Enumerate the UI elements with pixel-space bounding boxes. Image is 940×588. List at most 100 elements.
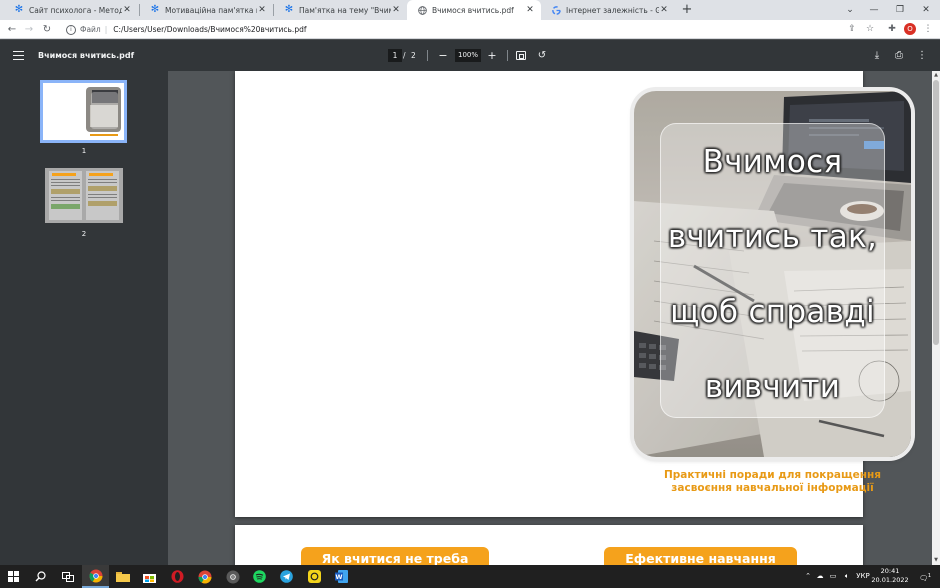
extensions-puzzle-icon[interactable]: ✚ xyxy=(884,22,900,37)
url-divider: | xyxy=(104,25,108,34)
taskbar-file-explorer[interactable] xyxy=(109,565,136,588)
start-button[interactable] xyxy=(0,565,27,588)
opera-icon xyxy=(171,570,184,583)
snowflake-icon: ✻ xyxy=(14,4,24,15)
tab-pdf-active[interactable]: Вчимося вчитись.pdf ✕ xyxy=(407,0,541,20)
volume-icon[interactable]: 🔈︎ xyxy=(841,565,853,588)
forward-button[interactable]: → xyxy=(21,22,37,37)
task-view-icon xyxy=(61,571,74,582)
notifications-button[interactable]: 🗨︎1 xyxy=(916,565,934,588)
clock-time: 20:41 xyxy=(880,567,900,575)
task-view-button[interactable] xyxy=(54,565,81,588)
close-icon[interactable]: ✕ xyxy=(122,5,132,15)
scrollbar-thumb[interactable] xyxy=(933,80,939,345)
menu-icon[interactable] xyxy=(13,51,24,60)
zoom-out-button[interactable]: − xyxy=(436,48,450,63)
taskbar-chrome-active[interactable] xyxy=(82,565,109,588)
headline-line: вчитись так, xyxy=(667,219,878,255)
snowflake-icon: ✻ xyxy=(284,4,294,15)
network-icon[interactable]: ▭ xyxy=(828,565,838,588)
taskbar-spotify[interactable] xyxy=(246,565,273,588)
chrome-icon xyxy=(198,570,211,583)
omnibox[interactable]: i Файл | C:/Users/User/Downloads/Вчимося… xyxy=(60,22,860,37)
folder-icon xyxy=(115,572,130,582)
taskbar-telegram[interactable] xyxy=(273,565,300,588)
taskbar-word[interactable]: W xyxy=(328,565,355,588)
tab-motivation-memo[interactable]: ✻ Мотиваційна пам'ятка на тему ✕ xyxy=(140,0,273,20)
spotify-icon xyxy=(253,570,266,583)
url-scheme: Файл xyxy=(80,25,101,34)
headline-line: Вчимося xyxy=(702,144,843,180)
tab-title: Пам'ятка на тему "Вчимося вчи xyxy=(299,5,391,15)
svg-text:W: W xyxy=(335,573,342,581)
heading-effective-learning: Ефективне навчання xyxy=(604,547,797,565)
thumbnail-label: 1 xyxy=(81,147,87,155)
taskbar-kinemaster[interactable] xyxy=(301,565,328,588)
system-clock[interactable]: 20:41 20.01.2022 xyxy=(870,567,910,585)
download-icon[interactable]: ⤓ xyxy=(870,48,884,63)
close-icon[interactable]: ✕ xyxy=(525,5,535,15)
tab-title: Мотиваційна пам'ятка на тему xyxy=(165,5,257,15)
close-icon[interactable]: ✕ xyxy=(391,5,401,15)
chrome-icon xyxy=(89,569,102,582)
windows-logo-icon xyxy=(8,571,19,582)
page-thumbnail-1[interactable] xyxy=(40,80,127,143)
input-language[interactable]: УКР xyxy=(856,565,870,588)
close-icon[interactable]: ✕ xyxy=(659,5,669,15)
cover-subtitle: Практичні поради для покращення засвоєнн… xyxy=(634,469,911,495)
page-number-input[interactable]: 1 xyxy=(388,49,402,62)
restore-button[interactable]: ❐ xyxy=(886,0,914,20)
app-icon xyxy=(308,570,321,583)
share-icon[interactable]: ⇪ xyxy=(844,22,860,37)
print-icon[interactable]: ⎙ xyxy=(892,48,906,63)
url-text[interactable]: C:/Users/User/Downloads/Вчимося%20вчитис… xyxy=(113,25,306,34)
tray-chevron-icon[interactable]: ⌃ xyxy=(803,565,813,588)
chrome-icon xyxy=(226,570,239,583)
fit-to-page-icon[interactable] xyxy=(516,51,526,60)
page-separator: / xyxy=(403,51,406,60)
tab-google-search[interactable]: Інтернет залежність - Google П ✕ xyxy=(541,0,675,20)
toolbar-divider xyxy=(427,50,428,61)
cover-photo-card: Вчимося вчитись так, щоб справді вивчити xyxy=(634,91,911,457)
tab-psychologist-site[interactable]: ✻ Сайт психолога - Методичні ма ✕ xyxy=(4,0,138,20)
globe-icon xyxy=(417,5,427,15)
minimize-button[interactable]: — xyxy=(860,0,888,20)
tab-learning-memo[interactable]: ✻ Пам'ятка на тему "Вчимося вчи ✕ xyxy=(274,0,407,20)
more-vertical-icon[interactable]: ⋮ xyxy=(920,22,936,37)
address-bar: ← → ↻ i Файл | C:/Users/User/Downloads/В… xyxy=(0,20,940,39)
thumbnail-label: 2 xyxy=(81,230,87,238)
subtitle-line: засвоєння навчальної інформації xyxy=(671,482,874,494)
scroll-up-arrow[interactable]: ▲ xyxy=(932,72,940,78)
close-icon[interactable]: ✕ xyxy=(257,5,267,15)
headline-line: щоб справді xyxy=(670,294,875,330)
toolbar-divider xyxy=(507,50,508,61)
vertical-scrollbar[interactable]: ▲ ▼ xyxy=(932,71,940,565)
taskbar-chrome[interactable] xyxy=(191,565,218,588)
taskbar-opera[interactable] xyxy=(164,565,191,588)
taskbar-search-button[interactable] xyxy=(27,565,54,588)
zoom-in-button[interactable]: + xyxy=(485,48,499,63)
heading-how-not-to-study: Як вчитися не треба xyxy=(301,547,489,565)
close-window-button[interactable]: ✕ xyxy=(912,0,940,20)
taskbar-chrome-profile[interactable] xyxy=(219,565,246,588)
info-icon[interactable]: i xyxy=(66,24,76,35)
onedrive-cloud-icon[interactable]: ☁ xyxy=(815,565,825,588)
scroll-down-arrow[interactable]: ▼ xyxy=(932,557,940,563)
new-tab-button[interactable]: + xyxy=(679,0,695,20)
snowflake-icon: ✻ xyxy=(150,4,160,15)
profile-avatar[interactable]: O xyxy=(904,23,916,35)
more-vertical-icon[interactable]: ⋮ xyxy=(915,48,929,63)
clock-date: 20.01.2022 xyxy=(871,576,909,584)
back-button[interactable]: ← xyxy=(4,22,20,37)
pdf-viewer[interactable]: Вчимося вчитись так, щоб справді вивчити… xyxy=(168,71,932,565)
pdf-page-1: Вчимося вчитись так, щоб справді вивчити… xyxy=(235,71,911,517)
page-thumbnail-2[interactable] xyxy=(45,168,123,223)
taskbar-store[interactable] xyxy=(136,565,163,588)
page-total: 2 xyxy=(411,51,416,60)
reload-button[interactable]: ↻ xyxy=(39,22,55,37)
zoom-level-input[interactable]: 100% xyxy=(455,49,481,62)
bookmark-star-icon[interactable]: ☆ xyxy=(862,22,878,37)
search-icon xyxy=(35,571,46,582)
rotate-icon[interactable]: ↺ xyxy=(535,48,549,63)
thumbnail-sidebar: 1 2 xyxy=(0,71,168,565)
